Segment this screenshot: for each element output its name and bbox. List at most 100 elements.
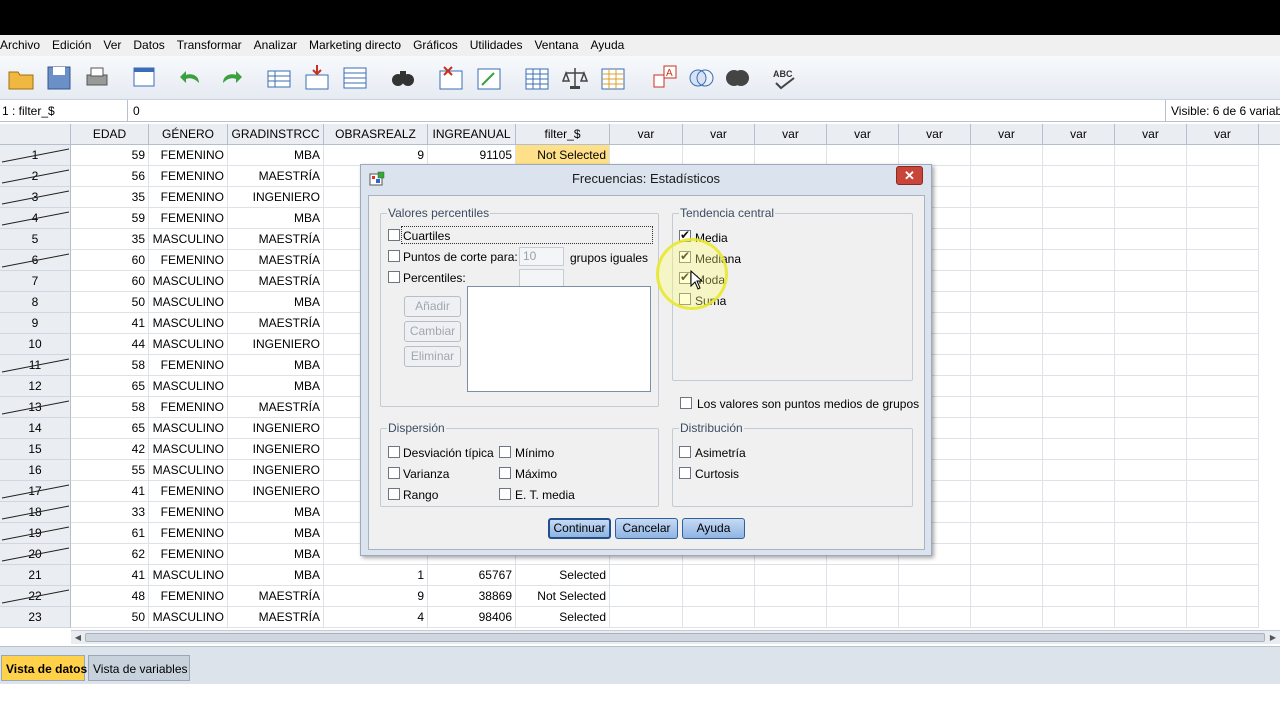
table-cell[interactable] <box>971 418 1043 439</box>
column-header-0[interactable]: EDAD <box>71 124 149 145</box>
table-cell[interactable]: MBA <box>228 544 324 565</box>
column-header-5[interactable]: filter_$ <box>516 124 610 145</box>
table-cell[interactable] <box>755 565 827 586</box>
goto-case-icon[interactable] <box>262 61 296 95</box>
table-cell[interactable] <box>899 145 971 166</box>
table-cell[interactable] <box>1187 502 1259 523</box>
use-sets-icon[interactable] <box>684 61 718 95</box>
help-button[interactable]: Ayuda <box>682 518 745 539</box>
menu-item-10[interactable]: Ayuda <box>585 35 631 56</box>
table-cell[interactable] <box>610 565 683 586</box>
column-header-11[interactable]: var <box>971 124 1043 145</box>
table-cell[interactable]: INGENIERO <box>228 439 324 460</box>
table-cell[interactable] <box>1115 250 1187 271</box>
row-number[interactable]: 14 <box>0 418 71 439</box>
table-cell[interactable]: MAESTRÍA <box>228 607 324 628</box>
table-cell[interactable] <box>971 586 1043 607</box>
find-icon[interactable] <box>386 61 420 95</box>
row-number[interactable]: 10 <box>0 334 71 355</box>
table-cell[interactable] <box>610 607 683 628</box>
table-cell[interactable] <box>1187 376 1259 397</box>
table-cell[interactable] <box>1187 229 1259 250</box>
table-cell[interactable] <box>971 313 1043 334</box>
table-cell[interactable] <box>971 481 1043 502</box>
table-cell[interactable]: MAESTRÍA <box>228 397 324 418</box>
table-cell[interactable] <box>1043 460 1115 481</box>
table-cell[interactable]: Selected <box>516 565 610 586</box>
table-cell[interactable] <box>1187 607 1259 628</box>
table-cell[interactable]: 60 <box>71 271 149 292</box>
table-cell[interactable]: 41 <box>71 481 149 502</box>
row-number[interactable]: 4 <box>0 208 71 229</box>
table-cell[interactable] <box>1187 313 1259 334</box>
table-cell[interactable] <box>827 607 899 628</box>
table-cell[interactable] <box>1115 439 1187 460</box>
save-icon[interactable] <box>42 61 76 95</box>
table-cell[interactable] <box>971 607 1043 628</box>
row-number[interactable]: 23 <box>0 607 71 628</box>
redo-icon[interactable] <box>213 61 247 95</box>
remove-percentile-button[interactable]: Eliminar <box>404 346 461 367</box>
table-cell[interactable] <box>1115 418 1187 439</box>
table-cell[interactable] <box>1043 187 1115 208</box>
table-cell[interactable]: 60 <box>71 250 149 271</box>
undo-icon[interactable] <box>175 61 209 95</box>
row-number[interactable]: 9 <box>0 313 71 334</box>
table-cell[interactable] <box>971 250 1043 271</box>
table-cell[interactable] <box>1043 145 1115 166</box>
table-cell[interactable] <box>1187 355 1259 376</box>
table-cell[interactable]: MBA <box>228 376 324 397</box>
table-cell[interactable] <box>683 607 755 628</box>
menu-item-6[interactable]: Marketing directo <box>303 35 407 56</box>
table-cell[interactable] <box>1115 502 1187 523</box>
table-cell[interactable]: FEMENINO <box>149 502 228 523</box>
table-cell[interactable] <box>1043 586 1115 607</box>
minimum-checkbox[interactable] <box>499 446 511 458</box>
table-cell[interactable] <box>1187 166 1259 187</box>
table-cell[interactable] <box>1115 187 1187 208</box>
table-cell[interactable] <box>1187 397 1259 418</box>
row-number[interactable]: 1 <box>0 145 71 166</box>
close-button[interactable]: ✕ <box>896 166 923 185</box>
table-cell[interactable]: MASCULINO <box>149 565 228 586</box>
table-cell[interactable] <box>899 565 971 586</box>
split-file-icon[interactable] <box>520 61 554 95</box>
table-cell[interactable]: 35 <box>71 187 149 208</box>
table-cell[interactable] <box>1115 271 1187 292</box>
table-cell[interactable]: 50 <box>71 292 149 313</box>
row-number[interactable]: 22 <box>0 586 71 607</box>
table-cell[interactable] <box>755 145 827 166</box>
menu-item-2[interactable]: Ver <box>97 35 127 56</box>
table-cell[interactable] <box>899 586 971 607</box>
column-header-13[interactable]: var <box>1115 124 1187 145</box>
table-cell[interactable] <box>971 145 1043 166</box>
table-cell[interactable] <box>971 166 1043 187</box>
cancel-button[interactable]: Cancelar <box>615 518 678 539</box>
table-cell[interactable]: 56 <box>71 166 149 187</box>
table-cell[interactable] <box>1115 208 1187 229</box>
row-number[interactable]: 17 <box>0 481 71 502</box>
std-dev-checkbox[interactable] <box>388 446 400 458</box>
menu-item-9[interactable]: Ventana <box>528 35 584 56</box>
table-cell[interactable] <box>1043 250 1115 271</box>
menu-item-3[interactable]: Datos <box>127 35 170 56</box>
table-cell[interactable] <box>1115 229 1187 250</box>
table-cell[interactable]: 42 <box>71 439 149 460</box>
table-cell[interactable]: 58 <box>71 355 149 376</box>
table-cell[interactable]: 4 <box>324 607 428 628</box>
table-cell[interactable] <box>1187 544 1259 565</box>
table-cell[interactable] <box>1043 166 1115 187</box>
skewness-checkbox[interactable] <box>679 446 691 458</box>
row-number[interactable]: 18 <box>0 502 71 523</box>
row-number[interactable]: 15 <box>0 439 71 460</box>
row-number[interactable]: 11 <box>0 355 71 376</box>
table-cell[interactable] <box>1187 418 1259 439</box>
table-cell[interactable] <box>827 565 899 586</box>
table-cell[interactable] <box>971 544 1043 565</box>
table-cell[interactable]: MASCULINO <box>149 460 228 481</box>
table-cell[interactable] <box>971 208 1043 229</box>
table-cell[interactable]: 33 <box>71 502 149 523</box>
table-cell[interactable]: Not Selected <box>516 586 610 607</box>
table-cell[interactable]: Not Selected <box>516 145 610 166</box>
variables-icon[interactable] <box>338 61 372 95</box>
